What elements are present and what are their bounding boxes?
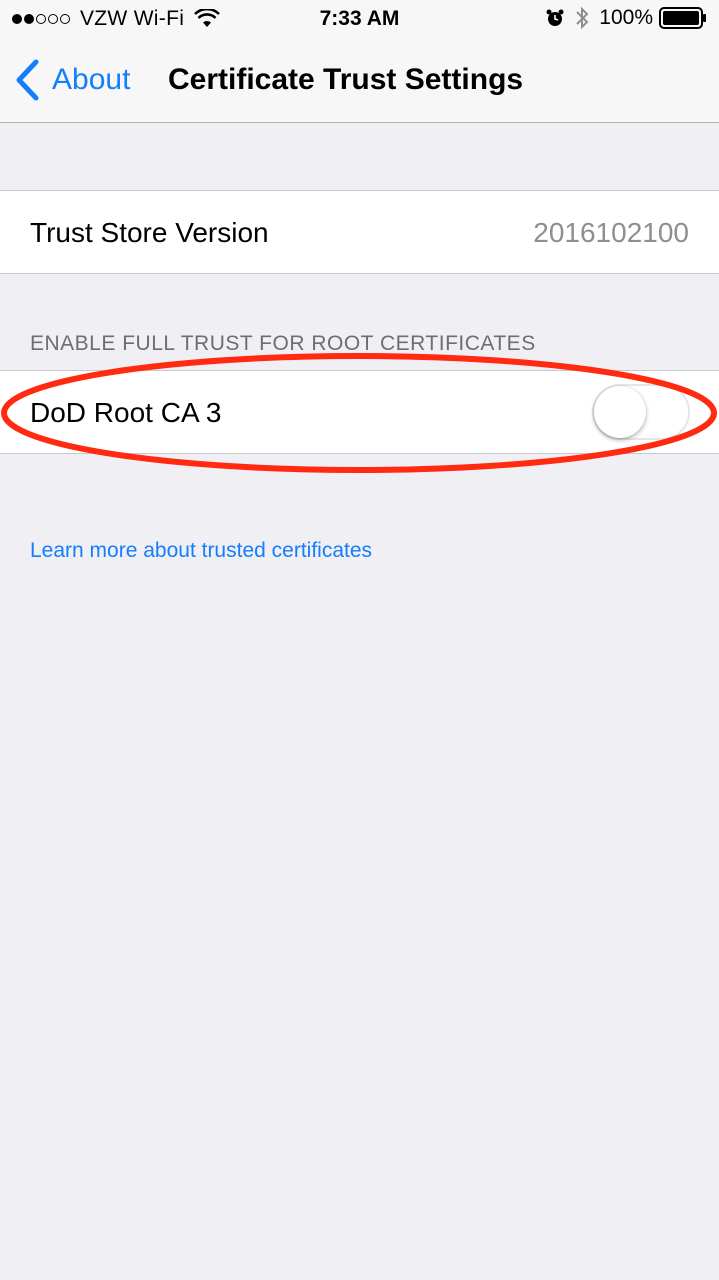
full-trust-toggle[interactable] [592,384,690,440]
trust-store-version-row: Trust Store Version 2016102100 [0,190,719,274]
status-right: 100% [545,6,707,30]
alarm-icon [546,9,564,26]
navigation-bar: About Certificate Trust Settings [0,40,719,123]
chevron-left-icon [16,59,39,101]
back-button[interactable]: About [14,58,130,102]
trust-store-version-label: Trust Store Version [30,217,269,248]
trust-store-version-value: 2016102100 [533,217,689,248]
page-title: Certificate Trust Settings [168,63,524,96]
certificate-row: DoD Root CA 3 [0,370,719,454]
bluetooth-icon [576,6,589,30]
section-header-full-trust: ENABLE FULL TRUST FOR ROOT CERTIFICATES [30,332,536,355]
back-button-label: About [52,63,131,96]
battery-icon [659,7,706,29]
learn-more-link[interactable]: Learn more about trusted certificates [30,539,372,563]
status-bar: VZW Wi-Fi 7:33 AM 100% [0,0,719,40]
toggle-knob [594,386,646,438]
battery-percent: 100% [599,6,653,29]
certificate-name: DoD Root CA 3 [30,397,222,428]
